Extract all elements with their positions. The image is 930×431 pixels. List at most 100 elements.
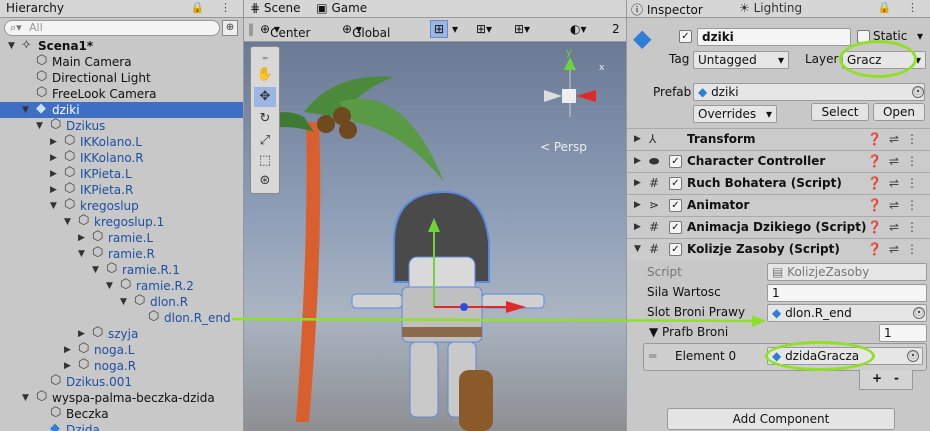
expand-arrow-icon[interactable]: ▼ (22, 390, 29, 406)
chevron-right-icon[interactable]: ▶ (634, 217, 641, 238)
hierarchy-item[interactable]: ▼ ⬡ dlon.R (0, 293, 243, 310)
hierarchy-item[interactable]: ▶ ⬡ IKKolano.R (0, 149, 243, 166)
tab-game[interactable]: ▣ Game (316, 1, 367, 15)
component-menu-icon[interactable]: ❓⇌⋮ (867, 129, 925, 150)
expand-arrow-icon[interactable]: ▶ (50, 166, 57, 182)
hierarchy-item[interactable]: ▶ ⬡ noga.R (0, 357, 243, 374)
overrides-dropdown[interactable]: Overrides ▾ (693, 105, 777, 123)
expand-arrow-icon[interactable]: ▼ (8, 38, 15, 54)
hierarchy-item[interactable]: ▶ ⬡ IKKolano.L (0, 133, 243, 150)
rotate-tool-icon[interactable]: ↻ (254, 109, 276, 129)
component-enabled-checkbox[interactable]: ✓ (669, 199, 682, 212)
hierarchy-item[interactable]: ⬡ FreeLook Camera (0, 85, 243, 102)
component-menu-icon[interactable]: ❓⇌⋮ (867, 239, 925, 260)
tag-dropdown[interactable]: Untagged ▾ (693, 51, 789, 69)
component-menu-icon[interactable]: ❓⇌⋮ (867, 151, 925, 172)
component-enabled-checkbox[interactable]: ✓ (669, 155, 682, 168)
pivot-dropdown[interactable]: ⊕ Center ▾ (260, 22, 310, 40)
expand-arrow-icon[interactable]: ▼ (64, 214, 71, 230)
expand-arrow-icon[interactable]: ▶ (50, 182, 57, 198)
sila-field[interactable]: 1 (767, 284, 927, 302)
component-enabled-checkbox[interactable]: ✓ (669, 177, 682, 190)
hierarchy-item[interactable]: ▼ ◆ dziki (0, 101, 243, 118)
orientation-y[interactable] (564, 57, 576, 70)
snap-increment-icon[interactable]: ⊞▾ (476, 22, 492, 36)
add-element-button[interactable]: + (872, 371, 882, 385)
chevron-right-icon[interactable]: ▶ (634, 173, 641, 194)
chevron-down-icon[interactable]: ▼ (634, 239, 641, 260)
expand-arrow-icon[interactable]: ▼ (92, 262, 99, 278)
lighting-tab[interactable]: ☀ Lighting (733, 0, 808, 18)
component-header[interactable]: ▶ ⋗ ✓ Animator ❓⇌⋮ (627, 194, 930, 216)
scale-tool-icon[interactable]: ⤢ (254, 131, 276, 151)
hierarchy-item[interactable]: ◆ Dzida (0, 421, 243, 431)
tab-scene[interactable]: ⋕ Scene (250, 1, 300, 15)
expand-arrow-icon[interactable]: ▼ (106, 278, 113, 294)
hierarchy-item[interactable]: ⬡ Beczka (0, 405, 243, 422)
component-menu-icon[interactable]: ❓⇌⋮ (867, 217, 925, 238)
orientation-neg-x[interactable] (544, 90, 562, 102)
element-target-icon[interactable]: ⦿ (907, 350, 919, 362)
prafb-size-field[interactable]: 1 (879, 324, 927, 342)
panel-lock-icon[interactable]: 🔒 ⋮ (191, 1, 237, 14)
hierarchy-item[interactable]: ▶ ⬡ IKPieta.L (0, 165, 243, 182)
hierarchy-item[interactable]: ▼ ⬡ Dzikus (0, 117, 243, 134)
scene-viewport[interactable]: y x (244, 42, 626, 431)
hierarchy-item[interactable]: ▼ ⬡ ramie.R.1 (0, 261, 243, 278)
static-dropdown-icon[interactable]: ▾ (917, 29, 923, 43)
expand-arrow-icon[interactable]: ▼ (78, 246, 85, 262)
hierarchy-item[interactable]: ▼ ⬡ wyspa-palma-beczka-dzida (0, 389, 243, 406)
chevron-right-icon[interactable]: ▶ (634, 151, 641, 172)
prafb-toggle[interactable]: ▼ Prafb Broni (649, 325, 728, 339)
reorder-handle-icon[interactable]: ═ (649, 349, 656, 363)
component-enabled-checkbox[interactable]: ✓ (669, 221, 682, 234)
expand-arrow-icon[interactable]: ▶ (78, 230, 85, 246)
component-menu-icon[interactable]: ❓⇌⋮ (867, 195, 925, 216)
expand-arrow-icon[interactable]: ▶ (50, 150, 57, 166)
grid-dropdown-icon[interactable]: ▾ (452, 22, 458, 36)
hierarchy-item[interactable]: ▶ ⬡ noga.L (0, 341, 243, 358)
expand-arrow-icon[interactable]: ▼ (50, 198, 57, 214)
hierarchy-item[interactable]: ▼ ⬡ ramie.R.2 (0, 277, 243, 294)
select-button[interactable]: Select (811, 103, 869, 121)
add-object-button[interactable]: ⊕ (222, 20, 238, 36)
chevron-right-icon[interactable]: ▶ (634, 195, 641, 216)
open-button[interactable]: Open (873, 103, 925, 121)
component-menu-icon[interactable]: ❓⇌⋮ (867, 173, 925, 194)
space-dropdown[interactable]: ⊕ Global ▾ (342, 22, 390, 40)
expand-arrow-icon[interactable]: ▼ (22, 102, 29, 118)
component-header[interactable]: ▶ # ✓ Animacja Dzikiego (Script) ❓⇌⋮ (627, 216, 930, 238)
inspector-lock-icon[interactable]: 🔒 ⋮ (878, 1, 924, 14)
hierarchy-item[interactable]: ▼ ⬡ kregoslup.1 (0, 213, 243, 230)
add-component-button[interactable]: Add Component (667, 408, 895, 430)
component-header[interactable]: ▶ # ✓ Ruch Bohatera (Script) ❓⇌⋮ (627, 172, 930, 194)
expand-arrow-icon[interactable]: ▶ (64, 358, 71, 374)
expand-arrow-icon[interactable]: ▼ (36, 118, 43, 134)
transform-tool-icon[interactable]: ⊛ (254, 171, 276, 191)
expand-arrow-icon[interactable]: ▶ (78, 326, 85, 342)
component-enabled-checkbox[interactable]: ✓ (669, 243, 682, 256)
object-name-field[interactable]: dziki (697, 28, 851, 46)
expand-arrow-icon[interactable]: ▶ (64, 342, 71, 358)
hierarchy-item[interactable]: ▼ ⟡ Scena1* (0, 37, 243, 54)
hierarchy-item[interactable]: ▼ ⬡ kregoslup (0, 197, 243, 214)
shading-mode-icon[interactable]: ◐▾ (570, 22, 587, 36)
hierarchy-search-input[interactable]: ⌕▾ All (4, 20, 220, 36)
rect-tool-icon[interactable]: ⬚ (254, 151, 276, 171)
hierarchy-item[interactable]: ⬡ Directional Light (0, 69, 243, 86)
prefab-field[interactable]: ◆ dziki (693, 83, 925, 101)
orientation-cube[interactable] (562, 89, 576, 103)
persp-label[interactable]: < Persp (540, 140, 587, 154)
slot-target-icon[interactable]: ⦿ (913, 307, 925, 319)
prefab-target-icon[interactable]: ⦿ (912, 86, 924, 98)
grid-snap-icon[interactable]: ⊞ (430, 20, 449, 38)
gizmo-z-handle[interactable] (460, 303, 468, 311)
grid-visibility-icon[interactable]: ⊞▾ (514, 22, 530, 36)
component-header[interactable]: ▶ ⅄ Transform ❓⇌⋮ (627, 128, 930, 150)
hierarchy-item[interactable]: ⬡ dlon.R_end (0, 309, 243, 326)
component-header[interactable]: ▶ ⬬ ✓ Character Controller ❓⇌⋮ (627, 150, 930, 172)
expand-arrow-icon[interactable]: ▶ (50, 134, 57, 150)
hierarchy-item[interactable]: ▶ ⬡ szyja (0, 325, 243, 342)
expand-arrow-icon[interactable]: ▼ (120, 294, 127, 310)
hierarchy-item[interactable]: ⬡ Dzikus.001 (0, 373, 243, 390)
